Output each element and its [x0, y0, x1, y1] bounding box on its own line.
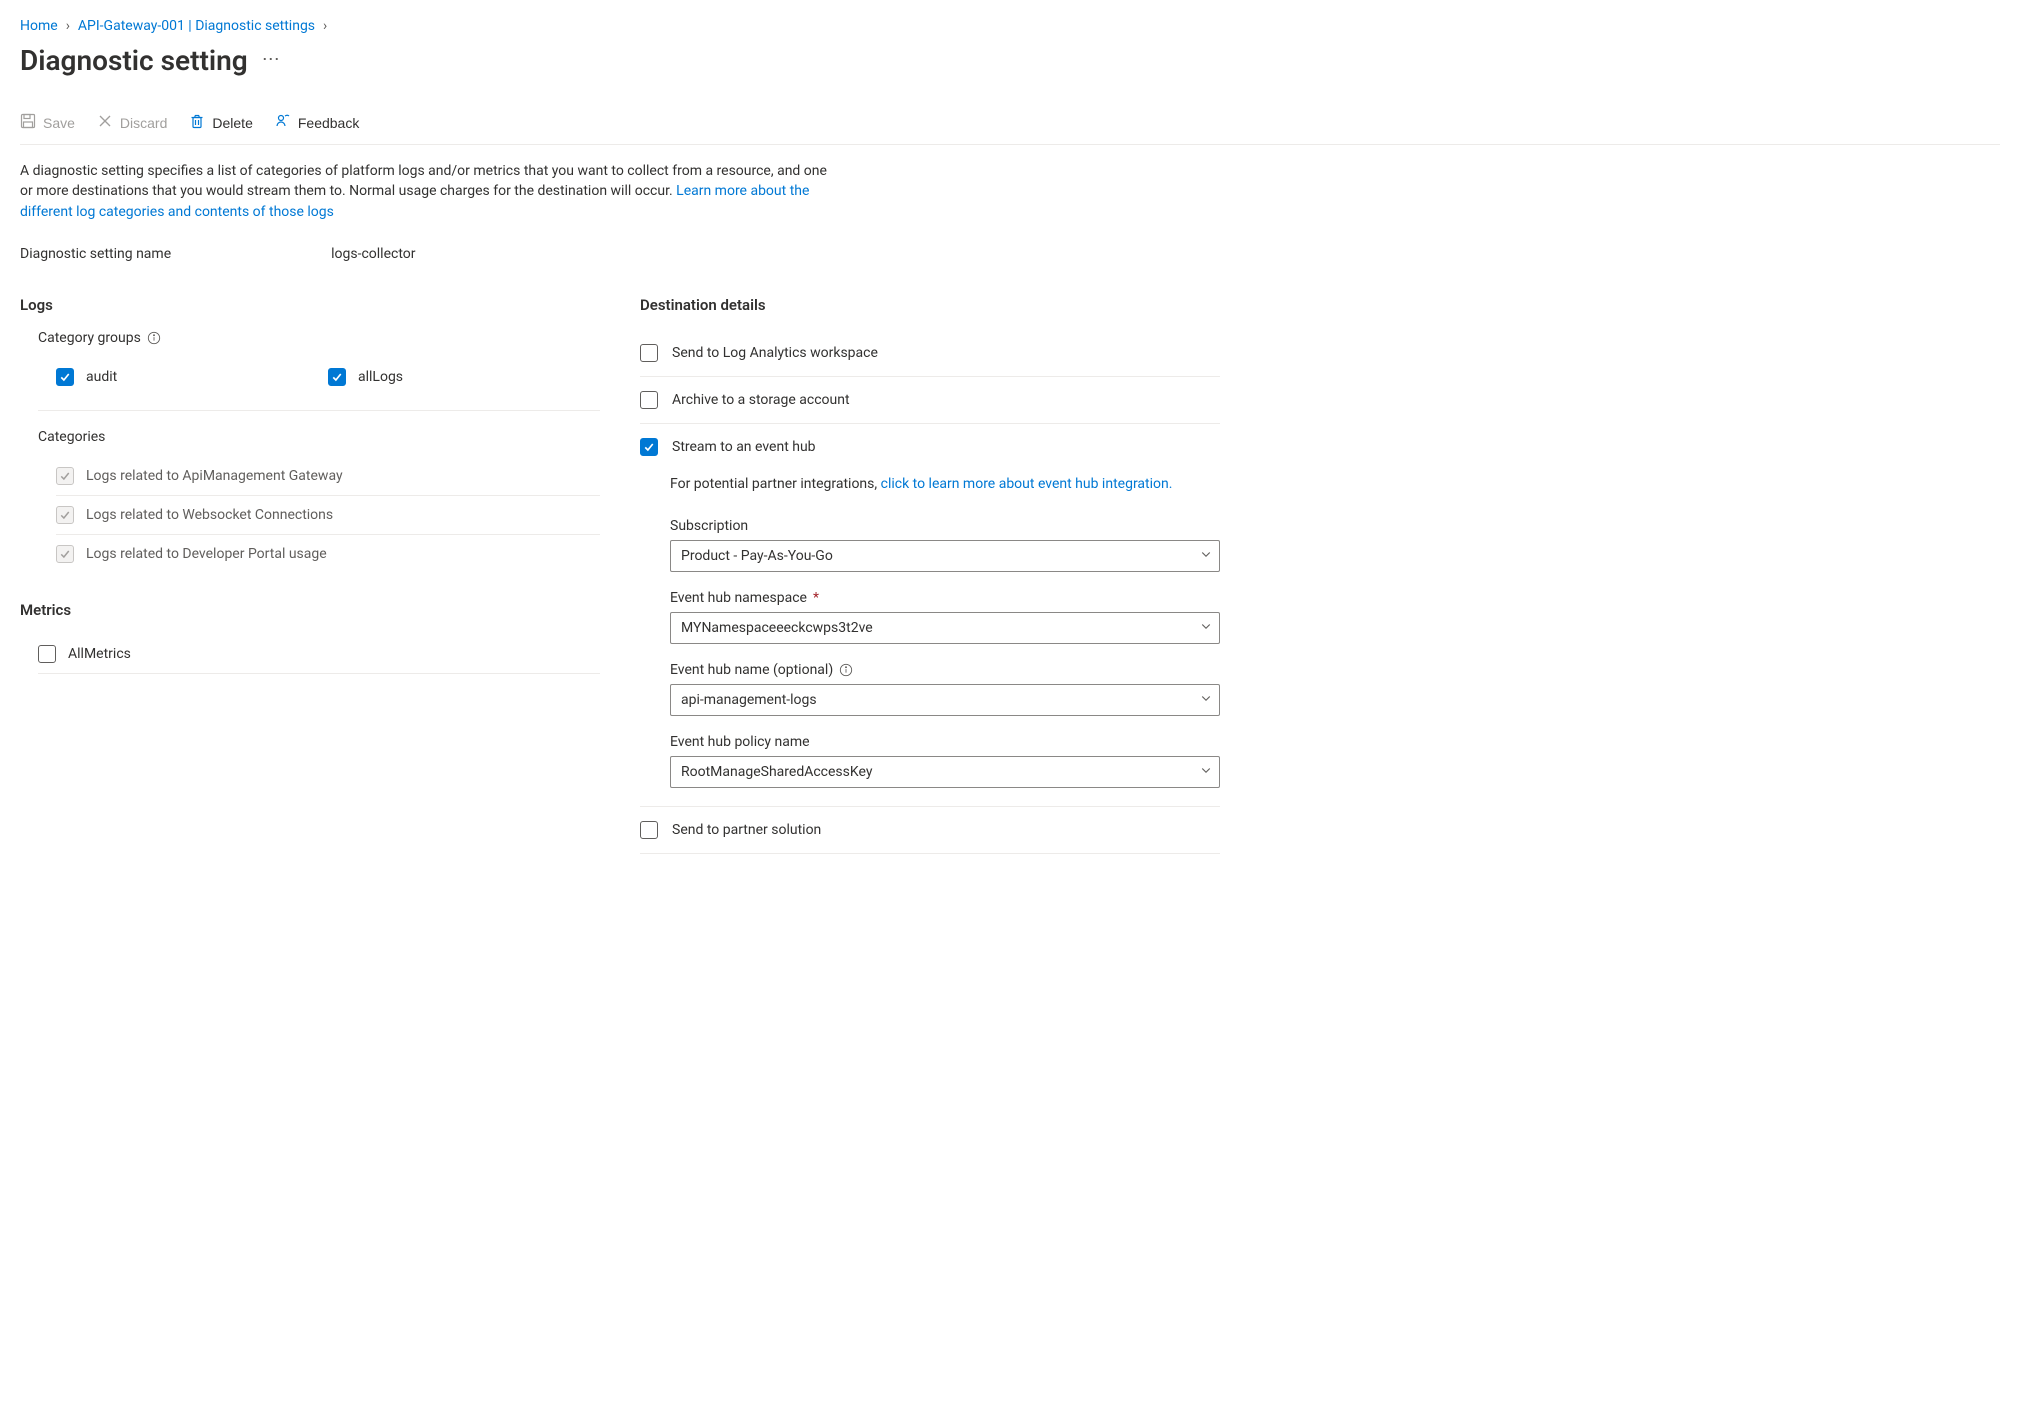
checkbox-dest-law[interactable] — [640, 344, 658, 362]
eventhub-partner-text: For potential partner integrations, clic… — [670, 476, 1220, 492]
page-title: Diagnostic setting — [20, 44, 248, 77]
checkbox-all-logs[interactable] — [328, 368, 346, 386]
namespace-select[interactable]: MYNamespaceeeckcwps3t2ve — [670, 612, 1220, 644]
checkbox-dest-eventhub[interactable] — [640, 438, 658, 456]
more-actions-icon[interactable]: ⋯ — [262, 49, 282, 72]
chevron-right-icon: › — [66, 18, 70, 34]
delete-button[interactable]: Delete — [189, 111, 252, 134]
all-logs-label: allLogs — [358, 369, 403, 385]
info-icon[interactable] — [147, 331, 161, 345]
divider — [640, 853, 1220, 854]
delete-label: Delete — [212, 115, 252, 131]
chevron-right-icon: › — [323, 18, 327, 34]
dest-partner-label: Send to partner solution — [672, 822, 821, 838]
audit-label: audit — [86, 369, 117, 385]
policy-label: Event hub policy name — [670, 734, 1220, 750]
required-asterisk: * — [813, 590, 819, 606]
checkbox-dest-storage[interactable] — [640, 391, 658, 409]
metrics-heading: Metrics — [20, 601, 600, 619]
logs-metrics-column: Logs Category groups audit — [20, 296, 600, 854]
breadcrumb-resource[interactable]: API-Gateway-001 | Diagnostic settings — [78, 18, 315, 34]
feedback-icon — [275, 113, 291, 132]
setting-name-label: Diagnostic setting name — [20, 246, 171, 262]
feedback-button[interactable]: Feedback — [275, 111, 359, 134]
category-groups-label: Category groups — [38, 330, 600, 346]
checkbox-cat-websocket — [56, 506, 74, 524]
subscription-value: Product - Pay-As-You-Go — [681, 548, 833, 564]
discard-label: Discard — [120, 115, 167, 131]
toolbar: Save Discard Delete Feedba — [20, 111, 2000, 145]
save-icon — [20, 113, 36, 132]
discard-button[interactable]: Discard — [97, 111, 167, 134]
hubname-label: Event hub name (optional) — [670, 662, 833, 678]
destination-column: Destination details Send to Log Analytic… — [640, 296, 1220, 854]
save-label: Save — [43, 115, 75, 131]
categories-label: Categories — [38, 429, 600, 445]
checkbox-cat-devportal — [56, 545, 74, 563]
checkbox-audit[interactable] — [56, 368, 74, 386]
cat-websocket-label: Logs related to Websocket Connections — [86, 507, 333, 523]
checkbox-dest-partner[interactable] — [640, 821, 658, 839]
subscription-label: Subscription — [670, 518, 1220, 534]
policy-value: RootManageSharedAccessKey — [681, 764, 872, 780]
breadcrumb: Home › API-Gateway-001 | Diagnostic sett… — [20, 18, 2000, 34]
feedback-label: Feedback — [298, 115, 359, 131]
breadcrumb-home[interactable]: Home — [20, 18, 58, 34]
setting-name-value: logs-collector — [331, 246, 415, 262]
hubname-value: api-management-logs — [681, 692, 817, 708]
partner-text-prefix: For potential partner integrations, — [670, 476, 881, 492]
cat-gateway-label: Logs related to ApiManagement Gateway — [86, 468, 343, 484]
checkbox-all-metrics[interactable] — [38, 645, 56, 663]
logs-heading: Logs — [20, 296, 600, 314]
dest-law-label: Send to Log Analytics workspace — [672, 345, 878, 361]
cat-devportal-label: Logs related to Developer Portal usage — [86, 546, 327, 562]
policy-select[interactable]: RootManageSharedAccessKey — [670, 756, 1220, 788]
destination-heading: Destination details — [640, 296, 1220, 314]
save-button[interactable]: Save — [20, 111, 75, 134]
partner-integration-link[interactable]: click to learn more about event hub inte… — [881, 476, 1173, 492]
namespace-value: MYNamespaceeeckcwps3t2ve — [681, 620, 873, 636]
category-groups-text: Category groups — [38, 330, 141, 346]
all-metrics-label: AllMetrics — [68, 646, 131, 662]
dest-storage-label: Archive to a storage account — [672, 392, 850, 408]
namespace-label: Event hub namespace — [670, 590, 807, 606]
subscription-select[interactable]: Product - Pay-As-You-Go — [670, 540, 1220, 572]
dest-eventhub-label: Stream to an event hub — [672, 439, 816, 455]
description-text: A diagnostic setting specifies a list of… — [20, 161, 840, 222]
close-icon — [97, 113, 113, 132]
hubname-select[interactable]: api-management-logs — [670, 684, 1220, 716]
checkbox-cat-gateway — [56, 467, 74, 485]
info-icon[interactable] — [839, 663, 853, 677]
trash-icon — [189, 113, 205, 132]
